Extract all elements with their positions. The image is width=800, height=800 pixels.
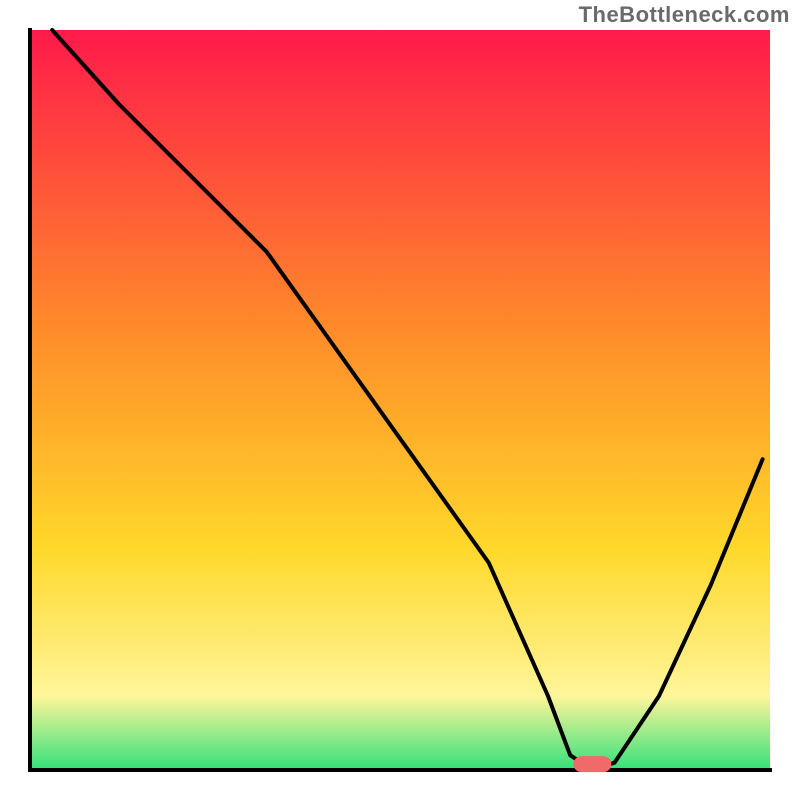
optimal-marker	[573, 756, 611, 772]
chart-container: TheBottleneck.com	[0, 0, 800, 800]
plot-area	[30, 28, 772, 772]
bottleneck-chart	[0, 0, 800, 800]
gradient-background	[30, 30, 770, 770]
